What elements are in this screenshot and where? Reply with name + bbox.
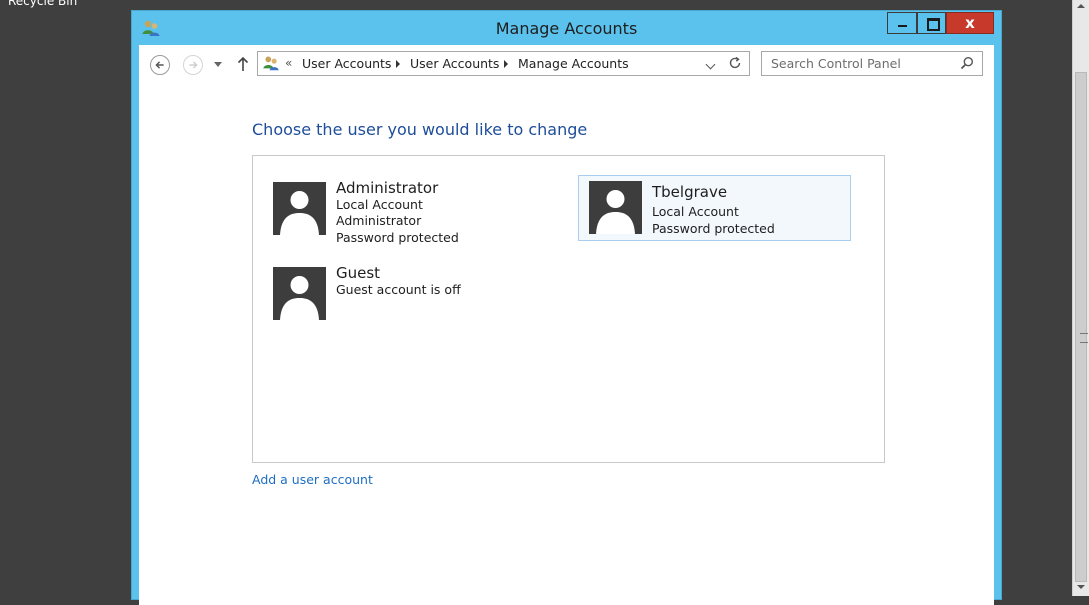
back-arrow-icon[interactable]: [150, 55, 170, 75]
account-name: Tbelgrave: [652, 183, 728, 201]
account-password-status: Password protected: [336, 230, 459, 245]
accounts-list: Administrator Local Account Administrato…: [252, 155, 885, 463]
user-avatar-icon: [589, 181, 642, 234]
minimize-icon: [898, 25, 907, 27]
breadcrumb-user-accounts-sub[interactable]: User Accounts: [410, 56, 499, 71]
account-name: Guest: [336, 264, 381, 282]
user-avatar-icon: [273, 182, 326, 235]
user-accounts-icon: [263, 56, 279, 71]
account-type: Local Account: [652, 204, 739, 219]
breadcrumb-separator-icon[interactable]: [504, 60, 508, 68]
search-icon[interactable]: [960, 56, 974, 70]
manage-accounts-window: Manage Accounts x « User Accounts User A…: [131, 10, 1002, 605]
maximize-button[interactable]: [917, 12, 946, 34]
window-content: « User Accounts User Accounts Manage Acc…: [139, 45, 994, 605]
account-password-status: Password protected: [652, 221, 775, 236]
address-bar[interactable]: « User Accounts User Accounts Manage Acc…: [257, 51, 750, 76]
search-input[interactable]: [762, 52, 961, 75]
account-tile-guest[interactable]: Guest Guest account is off: [272, 264, 532, 332]
account-type: Local Account: [336, 197, 423, 212]
breadcrumb-separator-icon[interactable]: [396, 60, 400, 68]
scroll-up-icon[interactable]: [1077, 4, 1085, 8]
breadcrumb-overflow[interactable]: «: [285, 56, 292, 70]
account-status: Guest account is off: [336, 282, 461, 297]
window-title: Manage Accounts: [495, 19, 638, 38]
scroll-down-icon[interactable]: [1077, 585, 1085, 589]
recycle-bin-label[interactable]: Recycle Bin: [8, 0, 77, 8]
breadcrumb-manage-accounts[interactable]: Manage Accounts: [518, 56, 629, 71]
refresh-icon[interactable]: [728, 56, 742, 70]
page-title: Choose the user you would like to change: [252, 120, 588, 139]
user-avatar-icon: [273, 267, 326, 320]
account-name: Administrator: [336, 179, 439, 197]
minimize-button[interactable]: [887, 12, 917, 34]
search-box[interactable]: [761, 51, 983, 76]
close-icon: x: [965, 14, 975, 32]
account-tile-administrator[interactable]: Administrator Local Account Administrato…: [272, 179, 532, 247]
account-tile-tbelgrave[interactable]: Tbelgrave Local Account Password protect…: [578, 175, 851, 241]
close-button[interactable]: x: [946, 12, 994, 34]
account-role: Administrator: [336, 213, 422, 228]
maximize-icon: [927, 18, 940, 31]
title-bar[interactable]: Manage Accounts x: [132, 11, 1001, 45]
recent-locations-dropdown-icon[interactable]: [214, 62, 222, 67]
add-user-account-link[interactable]: Add a user account: [252, 472, 373, 487]
forward-arrow-icon[interactable]: [183, 55, 203, 75]
desktop-scrollbar[interactable]: [1072, 0, 1089, 596]
chevron-down-icon[interactable]: [705, 59, 716, 70]
up-arrow-icon[interactable]: [235, 54, 251, 74]
navigation-bar: « User Accounts User Accounts Manage Acc…: [139, 45, 994, 85]
breadcrumb-user-accounts[interactable]: User Accounts: [302, 56, 391, 71]
scrollbar-thumb[interactable]: [1075, 72, 1088, 582]
